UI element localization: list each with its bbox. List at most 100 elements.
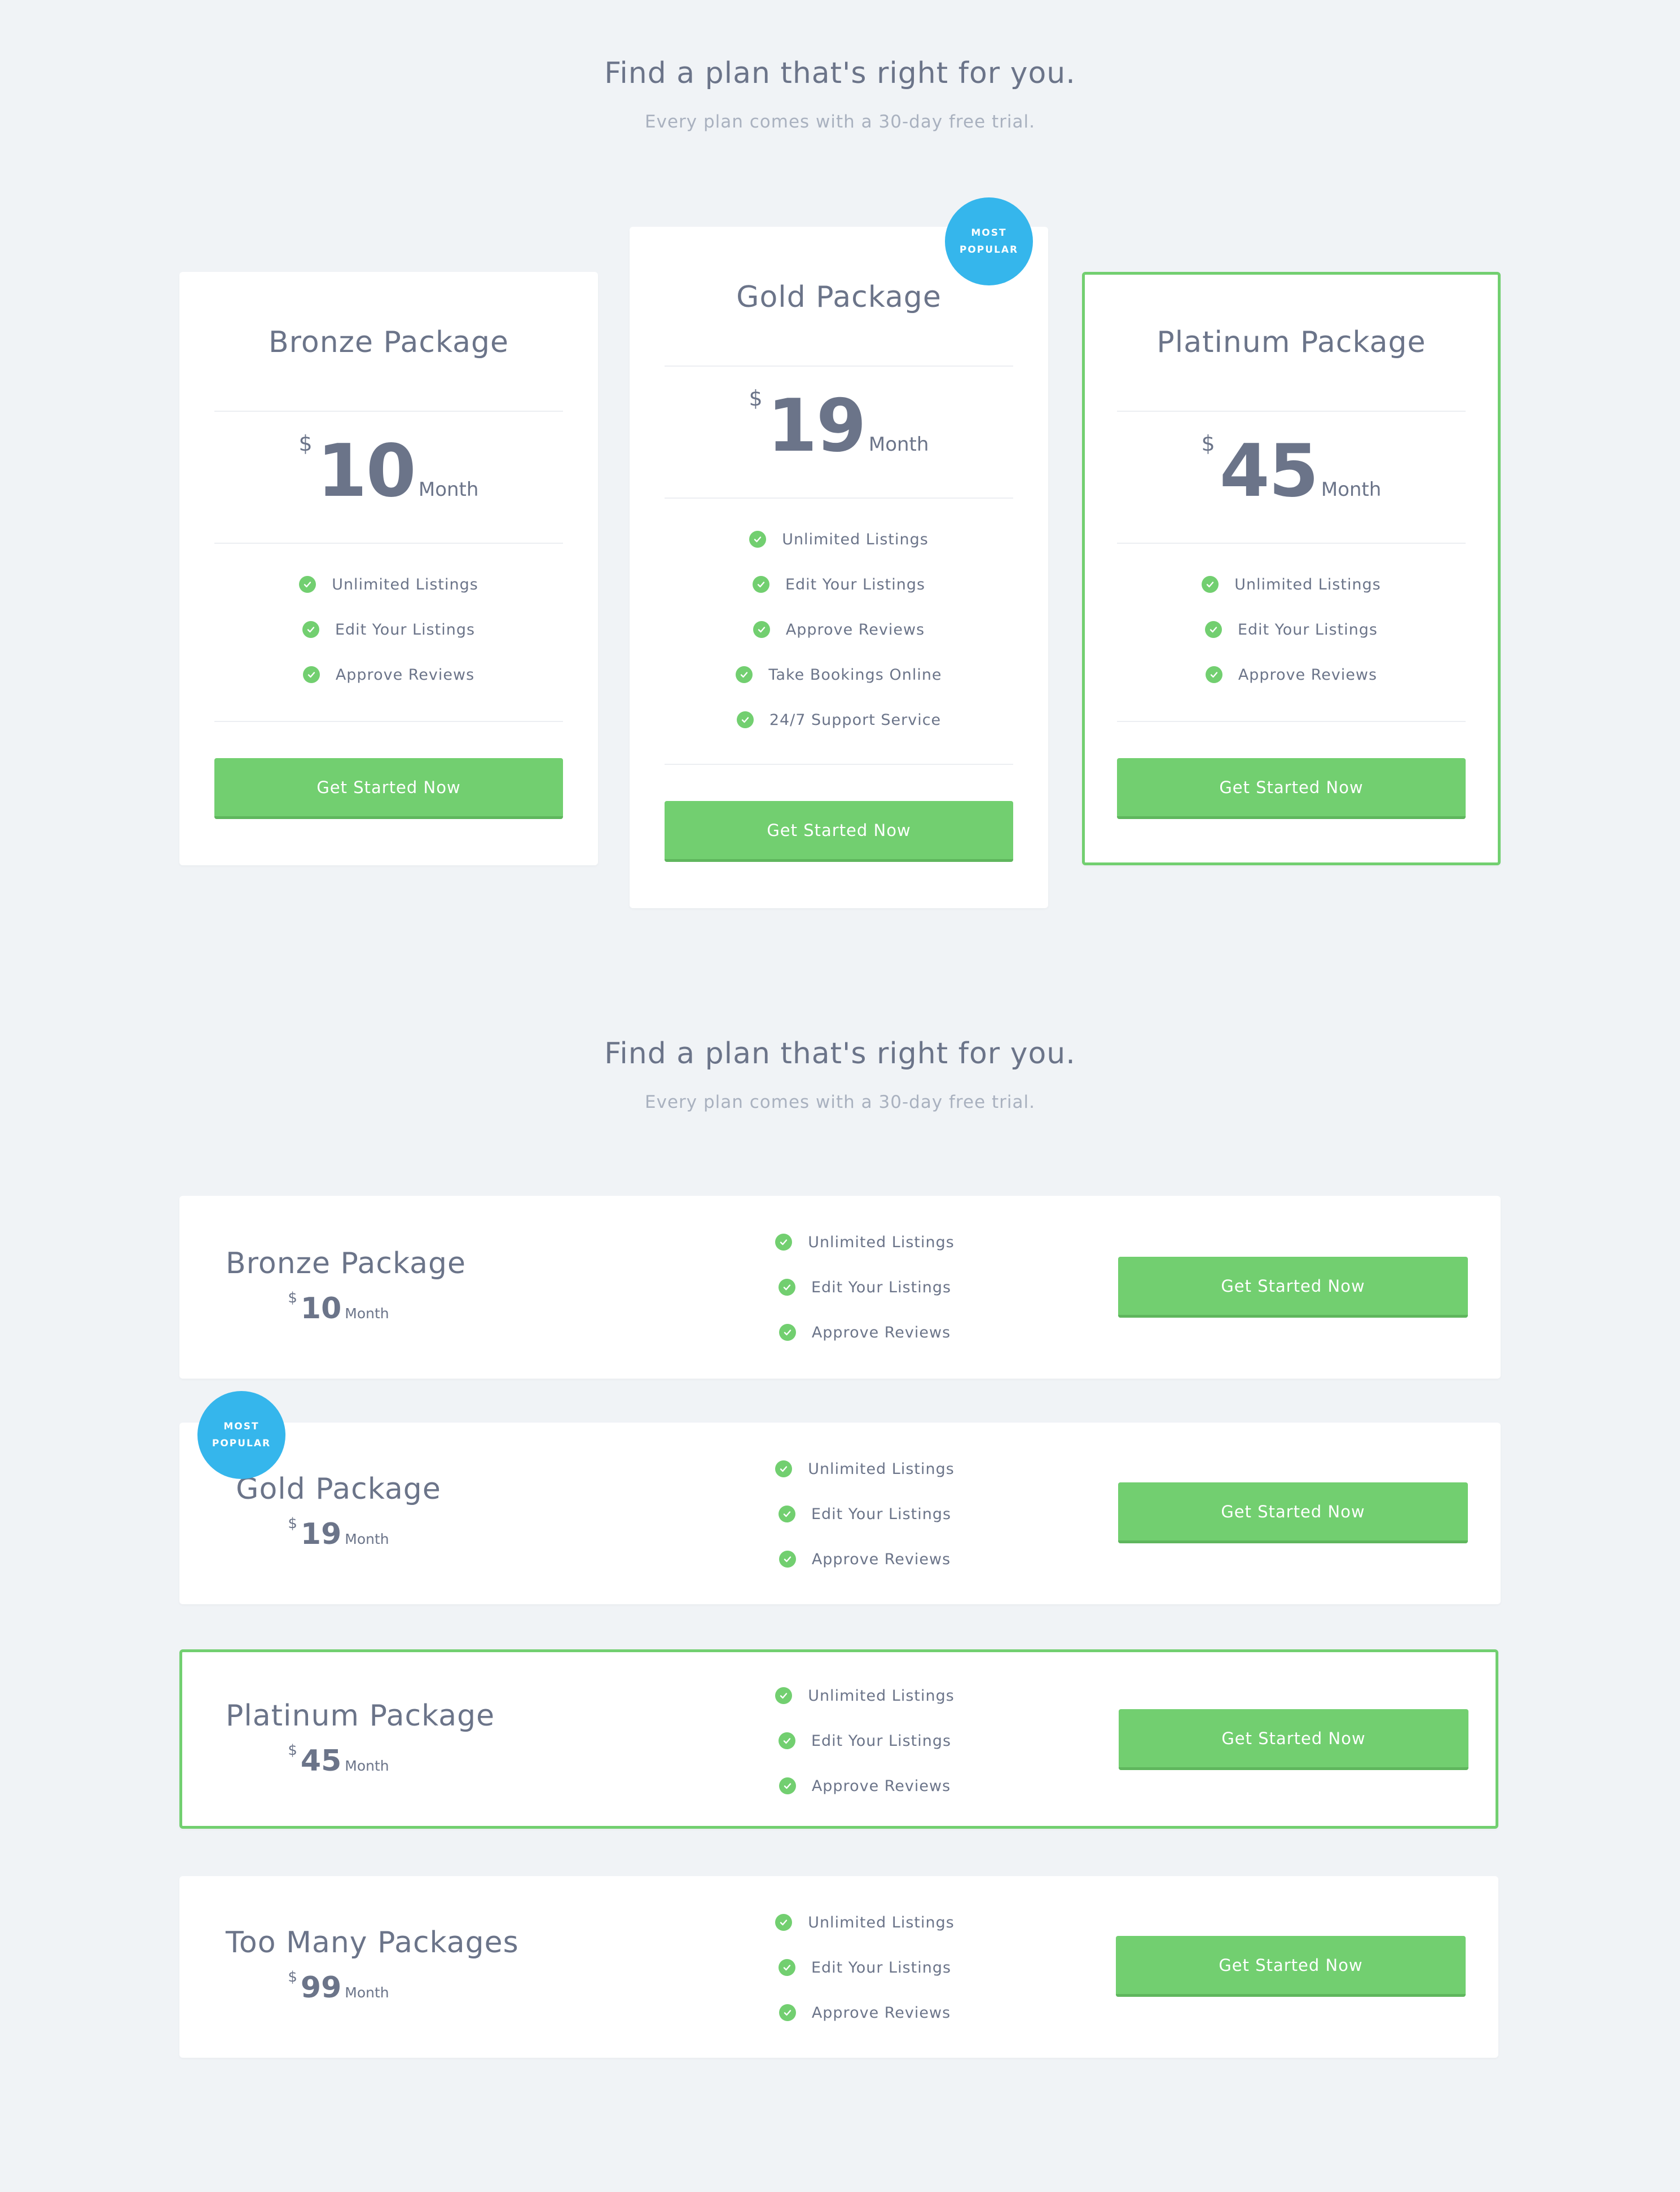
price-period: Month [345, 1531, 389, 1547]
plan-price: $10 Month [226, 1289, 451, 1326]
feature-label: Edit Your Listings [1237, 620, 1378, 639]
feature-list: Unlimited Listings Edit Your Listings Ap… [630, 517, 1048, 742]
feature-item: Unlimited Listings [752, 1446, 978, 1491]
check-circle-icon [778, 1732, 795, 1749]
plan-price: $99 Month [226, 1969, 451, 2005]
plan-row-platinum: Platinum Package $45 Month Unlimited List… [179, 1649, 1498, 1829]
divider [665, 498, 1013, 499]
check-circle-icon [736, 666, 753, 683]
feature-item: 24/7 Support Service [630, 697, 1048, 742]
plan-card-platinum: Platinum Package $45 Month Unlimited List… [1082, 272, 1501, 865]
check-circle-icon [1205, 666, 1222, 683]
feature-label: Unlimited Listings [808, 1233, 955, 1251]
plan-title: Bronze Package [268, 325, 509, 359]
feature-label: Unlimited Listings [332, 575, 478, 593]
check-circle-icon [775, 1914, 793, 1931]
check-circle-icon [1204, 621, 1222, 638]
feature-list: Unlimited Listings Edit Your Listings Ap… [1085, 562, 1498, 697]
check-circle-icon [779, 1777, 796, 1794]
feature-label: Take Bookings Online [768, 666, 942, 684]
divider [665, 366, 1013, 367]
feature-item: Unlimited Listings [1085, 562, 1498, 607]
plan-title: Bronze Package [226, 1247, 467, 1280]
feature-label: Approve Reviews [335, 666, 475, 684]
check-circle-icon [779, 1324, 796, 1341]
check-circle-icon [778, 1506, 795, 1522]
check-circle-icon [752, 576, 769, 593]
feature-label: Edit Your Listings [811, 1958, 952, 1977]
feature-list: Unlimited Listings Edit Your Listings Ap… [752, 1900, 978, 2035]
plan-price: $45 Month [226, 1742, 451, 1778]
get-started-button[interactable]: Get Started Now [1119, 1709, 1468, 1770]
feature-label: Edit Your Listings [811, 1278, 952, 1296]
section2-heading: Find a plan that's right for you. Every … [0, 1037, 1680, 1112]
feature-label: Unlimited Listings [782, 530, 929, 548]
check-circle-icon [302, 666, 320, 683]
check-circle-icon [778, 1959, 795, 1976]
plan-title: Gold Package [236, 1472, 441, 1506]
badge-line: POPULAR [212, 1438, 271, 1449]
feature-item: Edit Your Listings [752, 1718, 978, 1763]
feature-item: Approve Reviews [752, 1990, 978, 2035]
plan-title: Platinum Package [226, 1699, 495, 1733]
plan-price: $19 Month [226, 1515, 451, 1551]
feature-item: Approve Reviews [752, 1310, 978, 1355]
price-amount: 19 [300, 1517, 342, 1551]
get-started-button[interactable]: Get Started Now [1117, 758, 1466, 819]
feature-label: Edit Your Listings [785, 575, 926, 593]
check-circle-icon [779, 1551, 796, 1568]
feature-label: Edit Your Listings [811, 1732, 952, 1750]
get-started-button[interactable]: Get Started Now [665, 801, 1013, 862]
feature-label: Approve Reviews [811, 2004, 951, 2022]
divider [214, 721, 563, 722]
section2-title: Find a plan that's right for you. [604, 1037, 1076, 1071]
plan-card-bronze: Bronze Package $10 Month Unlimited Listin… [179, 272, 598, 865]
price-period: Month [1321, 478, 1382, 501]
feature-label: Edit Your Listings [811, 1505, 952, 1523]
plan-title: Platinum Package [1156, 325, 1426, 359]
feature-item: Approve Reviews [752, 1763, 978, 1808]
feature-item: Unlimited Listings [179, 562, 598, 607]
check-circle-icon [299, 576, 316, 593]
divider [214, 411, 563, 412]
feature-item: Unlimited Listings [630, 517, 1048, 562]
plan-price: $19 Month [630, 386, 1048, 463]
price-currency: $ [288, 1515, 297, 1532]
price-amount: 45 [1219, 429, 1319, 513]
feature-list: Unlimited Listings Edit Your Listings Ap… [752, 1220, 978, 1355]
most-popular-badge: MOST POPULAR [197, 1391, 285, 1479]
divider [1117, 721, 1466, 722]
check-circle-icon [736, 711, 754, 728]
get-started-button[interactable]: Get Started Now [1116, 1936, 1466, 1997]
price-period: Month [418, 478, 479, 501]
price-currency: $ [288, 1289, 297, 1306]
plan-row-bronze: Bronze Package $10 Month Unlimited Listin… [179, 1196, 1501, 1379]
check-circle-icon [749, 531, 767, 548]
feature-item: Unlimited Listings [752, 1220, 978, 1265]
plan-title: Too Many Packages [226, 1926, 519, 1960]
price-currency: $ [288, 1969, 297, 1986]
check-circle-icon [1202, 576, 1219, 593]
feature-label: Approve Reviews [811, 1323, 951, 1341]
feature-item: Approve Reviews [1085, 652, 1498, 697]
plan-row-too-many: Too Many Packages $99 Month Unlimited Lis… [179, 1876, 1498, 2058]
check-circle-icon [302, 621, 319, 638]
feature-item: Take Bookings Online [630, 652, 1048, 697]
get-started-button[interactable]: Get Started Now [214, 758, 563, 819]
price-currency: $ [749, 386, 763, 411]
feature-item: Approve Reviews [752, 1537, 978, 1582]
check-circle-icon [753, 621, 770, 638]
price-amount: 45 [300, 1744, 342, 1778]
feature-label: Unlimited Listings [808, 1687, 955, 1705]
get-started-button[interactable]: Get Started Now [1118, 1482, 1468, 1543]
plan-title: Gold Package [736, 280, 942, 314]
plan-card-gold: Gold Package $19 Month Unlimited Listings… [630, 227, 1048, 908]
badge-line: MOST [223, 1421, 260, 1432]
get-started-button[interactable]: Get Started Now [1118, 1257, 1468, 1318]
badge-line: POPULAR [959, 244, 1019, 256]
feature-item: Approve Reviews [630, 607, 1048, 652]
feature-item: Approve Reviews [179, 652, 598, 697]
divider [214, 543, 563, 544]
feature-item: Edit Your Listings [752, 1491, 978, 1537]
price-currency: $ [1201, 431, 1215, 456]
